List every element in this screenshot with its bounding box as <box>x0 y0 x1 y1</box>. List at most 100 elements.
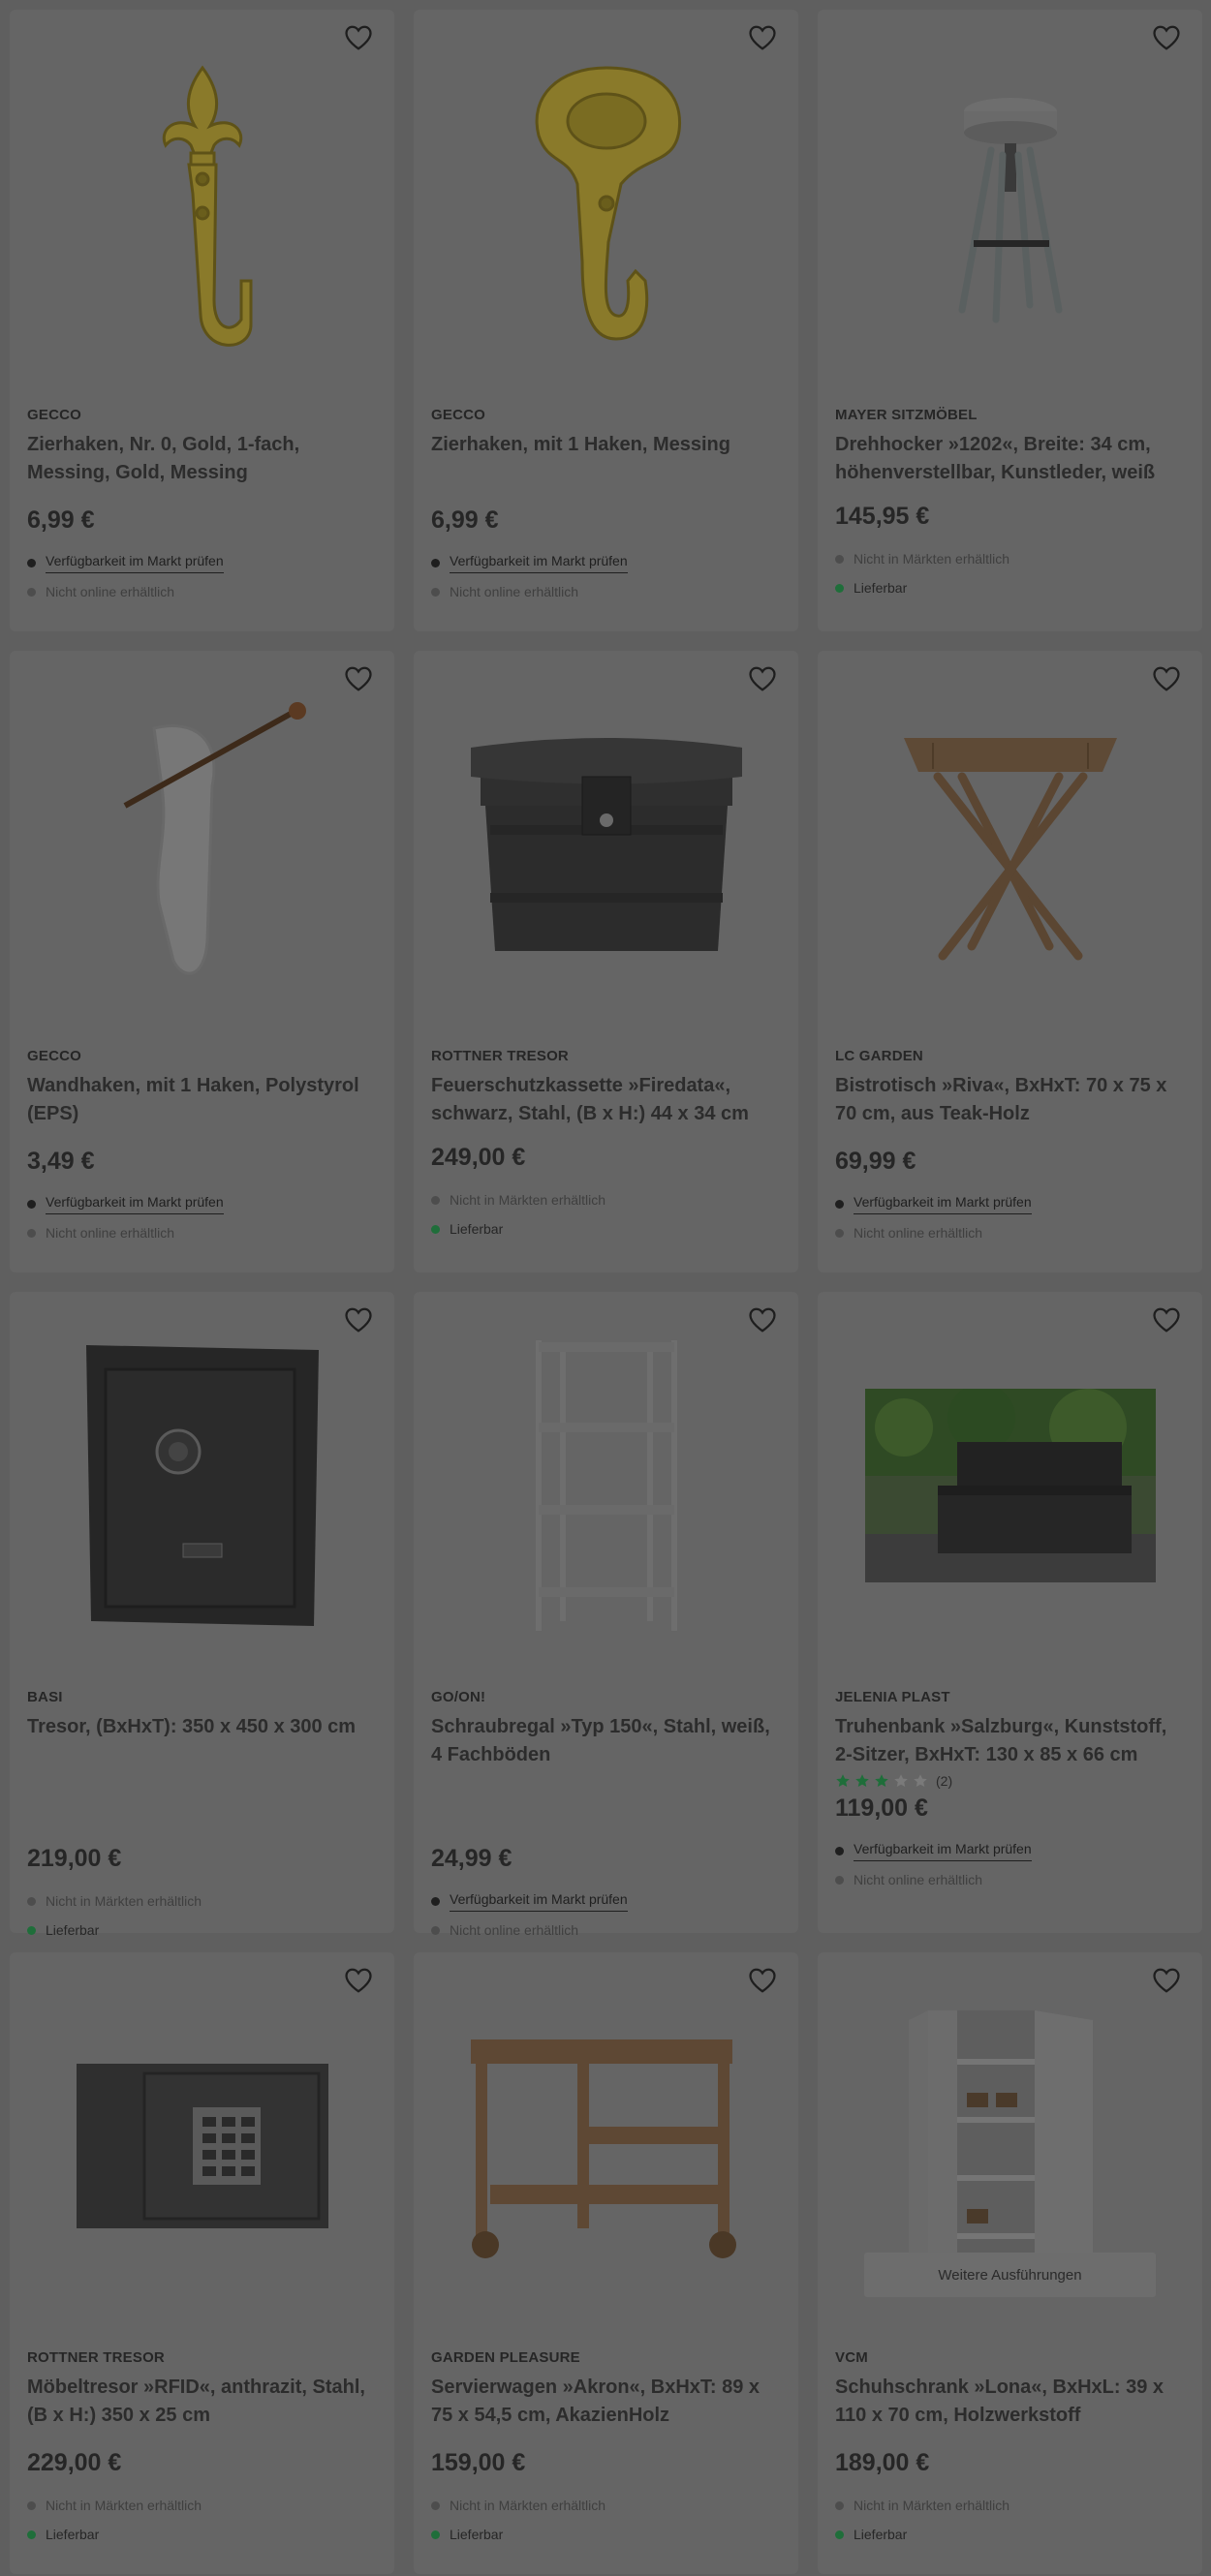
status-dot-icon <box>835 1228 844 1238</box>
product-title[interactable]: Truhenbank »Salzburg«, Kunststoff, 2-Sit… <box>835 1713 1185 1769</box>
ornate-brass-hook-image[interactable] <box>414 29 798 378</box>
status-dot-icon <box>431 1925 440 1935</box>
product-title[interactable]: Schuhschrank »Lona«, BxHxL: 39 x 110 x 7… <box>835 2374 1185 2430</box>
product-brand: GECCO <box>27 407 82 423</box>
status-line: Nicht in Märkten erhältlich <box>835 2491 1185 2520</box>
product-title[interactable]: Möbeltresor »RFID«, anthrazit, Stahl, (B… <box>27 2374 377 2430</box>
availability-list: Nicht in Märkten erhältlich Lieferbar <box>835 2491 1185 2549</box>
status-dot-icon <box>27 558 36 567</box>
fleur-de-lis-brass-hook-image[interactable] <box>10 29 394 378</box>
check-store-availability-link[interactable]: Verfügbarkeit im Markt prüfen <box>46 1194 224 1214</box>
product-card[interactable]: GARDEN PLEASURE Servierwagen »Akron«, Bx… <box>414 1952 798 2574</box>
product-title[interactable]: Schraubregal »Typ 150«, Stahl, weiß, 4 F… <box>431 1713 781 1825</box>
status-dot-icon <box>835 583 844 593</box>
steel-shelf-image[interactable] <box>414 1311 798 1660</box>
status-line: Nicht in Märkten erhältlich <box>835 544 1185 573</box>
product-card[interactable]: ROTTNER TRESOR Möbeltresor »RFID«, anthr… <box>10 1952 394 2574</box>
more-variants-button[interactable]: Weitere Ausführungen <box>864 2253 1156 2297</box>
product-info: LC GARDEN Bistrotisch »Riva«, BxHxT: 70 … <box>835 1048 1185 1247</box>
status-dot-icon <box>431 1896 440 1906</box>
clear-wall-hook-image[interactable] <box>10 670 394 1019</box>
availability-list: Verfügbarkeit im Markt prüfen Nicht onli… <box>27 1189 377 1247</box>
product-price: 159,00 € <box>431 2449 526 2476</box>
product-info: GECCO Wandhaken, mit 1 Haken, Polystyrol… <box>27 1048 377 1247</box>
availability-list: Nicht in Märkten erhältlich Lieferbar <box>27 1886 377 1945</box>
product-card[interactable]: JELENIA PLAST Truhenbank »Salzburg«, Kun… <box>818 1292 1202 1933</box>
product-card[interactable]: Weitere Ausführungen VCM Schuhschrank »L… <box>818 1952 1202 2574</box>
status-line: Lieferbar <box>835 2520 1185 2549</box>
product-info: ROTTNER TRESOR Feuerschutzkassette »Fire… <box>431 1048 781 1243</box>
delivery-status: Lieferbar <box>854 580 908 596</box>
product-card[interactable]: GECCO Zierhaken, mit 1 Haken, Messing 6,… <box>414 10 798 631</box>
product-info: GO/ON! Schraubregal »Typ 150«, Stahl, we… <box>431 1689 781 1945</box>
check-store-availability-link[interactable]: Verfügbarkeit im Markt prüfen <box>854 1194 1032 1214</box>
product-card[interactable]: GECCO Wandhaken, mit 1 Haken, Polystyrol… <box>10 651 394 1273</box>
status-line: Nicht online erhältlich <box>431 577 781 606</box>
status-line: Verfügbarkeit im Markt prüfen <box>431 1886 781 1916</box>
product-title[interactable]: Wandhaken, mit 1 Haken, Polystyrol (EPS) <box>27 1072 377 1128</box>
status-dot-icon <box>27 1199 36 1209</box>
product-title[interactable]: Tresor, (BxHxT): 350 x 450 x 300 cm <box>27 1713 377 1825</box>
product-card[interactable]: GO/ON! Schraubregal »Typ 150«, Stahl, we… <box>414 1292 798 1938</box>
review-count: (2) <box>936 1773 953 1789</box>
star-icon <box>875 1774 888 1787</box>
product-title[interactable]: Servierwagen »Akron«, BxHxT: 89 x 75 x 5… <box>431 2374 781 2430</box>
check-store-availability-link[interactable]: Verfügbarkeit im Markt prüfen <box>854 1841 1032 1861</box>
swivel-stool-image[interactable] <box>818 29 1202 378</box>
availability-list: Nicht in Märkten erhältlich Lieferbar <box>431 1185 781 1243</box>
status-dot-icon <box>431 2530 440 2539</box>
product-price: 69,99 € <box>835 1148 916 1175</box>
product-info: GARDEN PLEASURE Servierwagen »Akron«, Bx… <box>431 2349 781 2549</box>
star-icon <box>914 1774 927 1787</box>
check-store-availability-link[interactable]: Verfügbarkeit im Markt prüfen <box>450 1891 628 1912</box>
furniture-safe-image[interactable] <box>10 1972 394 2320</box>
fire-safe-box-image[interactable] <box>414 670 798 1019</box>
product-brand: BASI <box>27 1689 63 1705</box>
status-line: Nicht online erhältlich <box>27 577 377 606</box>
check-store-availability-link[interactable]: Verfügbarkeit im Markt prüfen <box>46 553 224 573</box>
product-price: 229,00 € <box>27 2449 122 2476</box>
availability-status: Nicht in Märkten erhältlich <box>46 2498 202 2513</box>
status-line: Verfügbarkeit im Markt prüfen <box>835 1836 1185 1865</box>
status-line: Lieferbar <box>27 2520 377 2549</box>
star-icon <box>894 1774 908 1787</box>
serving-cart-image[interactable] <box>414 1972 798 2320</box>
folding-bistro-table-image[interactable] <box>818 670 1202 1019</box>
product-price: 189,00 € <box>835 2449 930 2476</box>
status-dot-icon <box>27 2530 36 2539</box>
availability-status: Nicht in Märkten erhältlich <box>450 2498 606 2513</box>
product-card[interactable]: GECCO Zierhaken, Nr. 0, Gold, 1-fach, Me… <box>10 10 394 631</box>
delivery-status: Lieferbar <box>46 2527 100 2542</box>
product-card[interactable]: ROTTNER TRESOR Feuerschutzkassette »Fire… <box>414 651 798 1273</box>
status-dot-icon <box>27 587 36 597</box>
delivery-status: Lieferbar <box>450 2527 504 2542</box>
product-price: 119,00 € <box>835 1794 928 1822</box>
product-brand: ROTTNER TRESOR <box>27 2349 165 2366</box>
product-title[interactable]: Feuerschutzkassette »Firedata«, schwarz,… <box>431 1072 781 1128</box>
status-dot-icon <box>27 1228 36 1238</box>
status-dot-icon <box>431 587 440 597</box>
product-title[interactable]: Zierhaken, mit 1 Haken, Messing <box>431 431 781 487</box>
availability-status: Nicht online erhältlich <box>46 1225 175 1241</box>
rating[interactable]: (2) <box>835 1773 1185 1789</box>
safe-image[interactable] <box>10 1311 394 1660</box>
product-card[interactable]: MAYER SITZMÖBEL Drehhocker »1202«, Breit… <box>818 10 1202 631</box>
status-line: Nicht online erhältlich <box>27 1218 377 1247</box>
product-card[interactable]: BASI Tresor, (BxHxT): 350 x 450 x 300 cm… <box>10 1292 394 1938</box>
product-title[interactable]: Bistrotisch »Riva«, BxHxT: 70 x 75 x 70 … <box>835 1072 1185 1128</box>
availability-list: Verfügbarkeit im Markt prüfen Nicht onli… <box>27 548 377 606</box>
status-line: Verfügbarkeit im Markt prüfen <box>27 548 377 577</box>
storage-bench-image[interactable] <box>818 1311 1202 1660</box>
product-brand: VCM <box>835 2349 868 2366</box>
product-card[interactable]: LC GARDEN Bistrotisch »Riva«, BxHxT: 70 … <box>818 651 1202 1273</box>
product-price: 145,95 € <box>835 503 930 530</box>
delivery-status: Lieferbar <box>46 1922 100 1938</box>
product-info: MAYER SITZMÖBEL Drehhocker »1202«, Breit… <box>835 407 1185 602</box>
product-info: BASI Tresor, (BxHxT): 350 x 450 x 300 cm… <box>27 1689 377 1945</box>
product-title[interactable]: Zierhaken, Nr. 0, Gold, 1-fach, Messing,… <box>27 431 377 487</box>
status-dot-icon <box>835 1846 844 1855</box>
availability-status: Nicht online erhältlich <box>450 1922 579 1938</box>
check-store-availability-link[interactable]: Verfügbarkeit im Markt prüfen <box>450 553 628 573</box>
status-line: Nicht in Märkten erhältlich <box>431 1185 781 1214</box>
product-title[interactable]: Drehhocker »1202«, Breite: 34 cm, höhenv… <box>835 431 1185 487</box>
